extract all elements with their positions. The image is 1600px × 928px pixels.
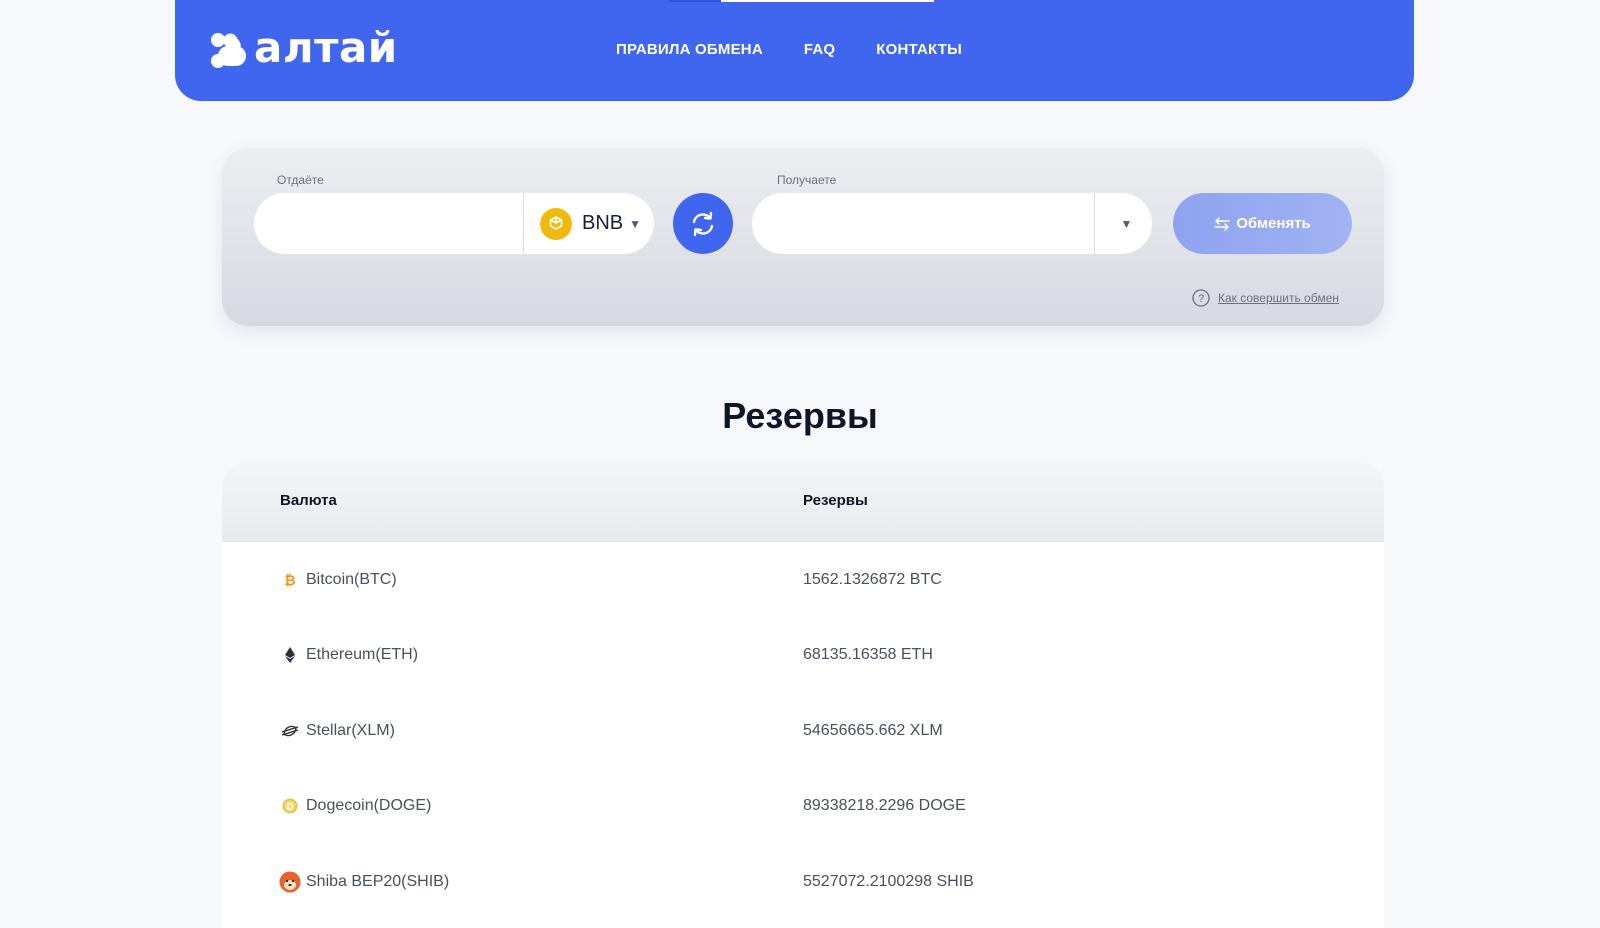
currency-name: Stellar(XLM): [306, 721, 395, 739]
reserves-table: Валюта Резервы ₿ Bitcoin(BTC) 1562.13268…: [222, 461, 1384, 928]
logo[interactable]: алтай: [210, 23, 398, 72]
column-reserves: Резервы: [803, 492, 868, 509]
how-to-exchange-link[interactable]: ? Как совершить обмен: [1192, 289, 1339, 307]
get-currency-select[interactable]: ▼: [1095, 193, 1152, 254]
svg-text:₿: ₿: [284, 573, 295, 588]
table-row: Ethereum(ETH) 68135.16358 ETH: [222, 618, 1384, 694]
table-row: D Dogecoin(DOGE) 89338218.2296 DOGE: [222, 769, 1384, 845]
currency-cell: ₿ Bitcoin(BTC): [279, 542, 397, 618]
table-header: Валюта Резервы: [222, 461, 1384, 542]
get-group: ▼: [752, 193, 1152, 254]
exchange-form: Отдаёте Получаете BNB ▼ ▼ Обменять ? Как…: [222, 148, 1384, 326]
currency-cell: Shiba BEP20(SHIB): [279, 844, 449, 920]
reserve-value: 5527072.2100298 SHIB: [803, 872, 974, 890]
get-amount-input[interactable]: [752, 193, 1094, 254]
reserve-value: 54656665.662 XLM: [803, 721, 943, 739]
currency-name: Bitcoin(BTC): [306, 570, 397, 588]
nav-faq[interactable]: FAQ: [804, 39, 835, 61]
logo-text: алтай: [254, 23, 398, 72]
give-amount-input[interactable]: [254, 193, 523, 254]
main-nav: ПРАВИЛА ОБМЕНА FAQ КОНТАКТЫ: [616, 39, 962, 61]
dogecoin-icon: D: [279, 795, 301, 817]
give-label: Отдаёте: [277, 173, 324, 187]
reserves-title: Резервы: [722, 395, 878, 436]
how-to-exchange-text: Как совершить обмен: [1218, 291, 1339, 305]
exchange-button-label: Обменять: [1236, 215, 1311, 232]
swap-button[interactable]: [673, 193, 733, 254]
reserve-value: 89338218.2296 DOGE: [803, 797, 966, 815]
question-icon: ?: [1192, 289, 1210, 307]
reserve-value: 68135.16358 ETH: [803, 646, 933, 664]
nav-exchange-rules[interactable]: ПРАВИЛА ОБМЕНА: [616, 39, 763, 61]
site-header: алтай ПРАВИЛА ОБМЕНА FAQ КОНТАКТЫ: [175, 0, 1414, 101]
bnb-icon: [540, 207, 572, 240]
currency-cell: Ethereum(ETH): [279, 618, 418, 694]
table-row: ₿ Bitcoin(BTC) 1562.1326872 BTC: [222, 542, 1384, 618]
exchange-button[interactable]: Обменять: [1173, 193, 1352, 254]
chevron-down-icon: ▼: [629, 216, 642, 231]
swap-arrows-icon: [692, 211, 714, 236]
header-top-strip: [669, 0, 721, 2]
stellar-icon: [279, 720, 301, 742]
currency-cell: Stellar(XLM): [279, 693, 395, 769]
logo-mark-icon: [211, 33, 246, 68]
currency-name: Dogecoin(DOGE): [306, 797, 432, 815]
header-top-strip-active: [721, 0, 934, 2]
nav-contacts[interactable]: КОНТАКТЫ: [876, 39, 962, 61]
column-currency: Валюта: [280, 492, 337, 509]
page: алтай ПРАВИЛА ОБМЕНА FAQ КОНТАКТЫ Отдаёт…: [0, 0, 1600, 928]
ethereum-icon: [279, 644, 301, 666]
give-group: BNB ▼: [254, 193, 654, 254]
currency-name: Shiba BEP20(SHIB): [306, 872, 450, 890]
table-row: Shiba BEP20(SHIB) 5527072.2100298 SHIB: [222, 844, 1384, 920]
exchange-arrows-icon: [1214, 216, 1230, 231]
give-currency-select[interactable]: BNB ▼: [524, 193, 654, 254]
chevron-down-icon: ▼: [1120, 216, 1133, 231]
shiba-icon: [279, 871, 301, 893]
svg-text:D: D: [287, 802, 294, 812]
reserve-value: 1562.1326872 BTC: [803, 570, 942, 588]
bitcoin-icon: ₿: [279, 569, 301, 591]
give-currency-name: BNB: [582, 212, 624, 234]
table-row: Stellar(XLM) 54656665.662 XLM: [222, 693, 1384, 769]
currency-cell: D Dogecoin(DOGE): [279, 769, 431, 845]
get-label: Получаете: [777, 173, 837, 187]
currency-name: Ethereum(ETH): [306, 646, 419, 664]
svg-text:?: ?: [1198, 293, 1204, 305]
